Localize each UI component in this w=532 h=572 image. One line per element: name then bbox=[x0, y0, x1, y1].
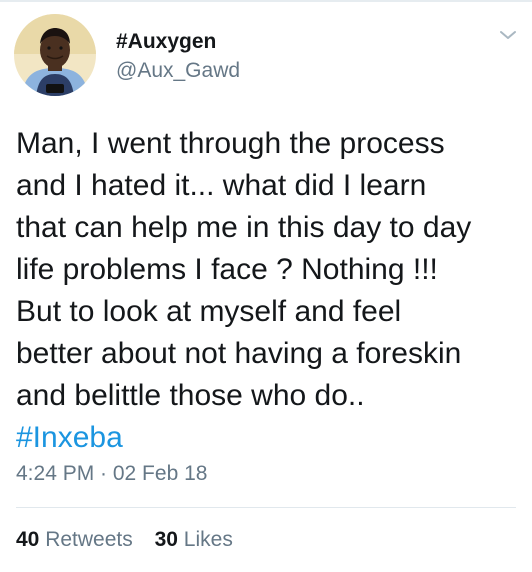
tweet-text-line: and I hated it... what did I learn bbox=[16, 169, 427, 202]
tweet-text-line: better about not having a foreskin bbox=[16, 337, 462, 370]
stats-divider bbox=[16, 507, 516, 508]
retweets-stat[interactable]: 40 Retweets bbox=[16, 528, 133, 551]
retweets-count: 40 bbox=[16, 528, 40, 551]
likes-count: 30 bbox=[154, 528, 178, 551]
tweet-text-line: and belittle those who do.. bbox=[16, 379, 365, 412]
top-divider bbox=[0, 0, 532, 2]
tweet-text-line: But to look at myself and feel bbox=[16, 295, 402, 328]
tweet-menu-button[interactable] bbox=[496, 26, 520, 44]
hashtag-link[interactable]: #Inxeba bbox=[16, 417, 526, 459]
tweet-text-line: life problems I face ? Nothing !!! bbox=[16, 253, 438, 286]
author-handle[interactable]: @Aux_Gawd bbox=[116, 59, 240, 83]
engagement-stats: 40 Retweets 30 Likes bbox=[16, 528, 249, 552]
tweet-text: Man, I went through the process and I ha… bbox=[16, 123, 526, 459]
avatar[interactable] bbox=[14, 14, 96, 96]
avatar-image bbox=[14, 14, 96, 96]
likes-stat[interactable]: 30 Likes bbox=[155, 528, 233, 551]
tweet-text-line: Man, I went through the process bbox=[16, 127, 445, 160]
likes-label: Likes bbox=[183, 528, 233, 551]
retweets-label: Retweets bbox=[45, 528, 133, 551]
tweet-card: #Auxygen @Aux_Gawd Man, I went through t… bbox=[0, 0, 532, 572]
tweet-timestamp[interactable]: 4:24 PM · 02 Feb 18 bbox=[16, 462, 207, 486]
author-display-name[interactable]: #Auxygen bbox=[116, 30, 216, 54]
tweet-text-line: that can help me in this day to day bbox=[16, 211, 472, 244]
chevron-down-icon bbox=[500, 31, 516, 39]
